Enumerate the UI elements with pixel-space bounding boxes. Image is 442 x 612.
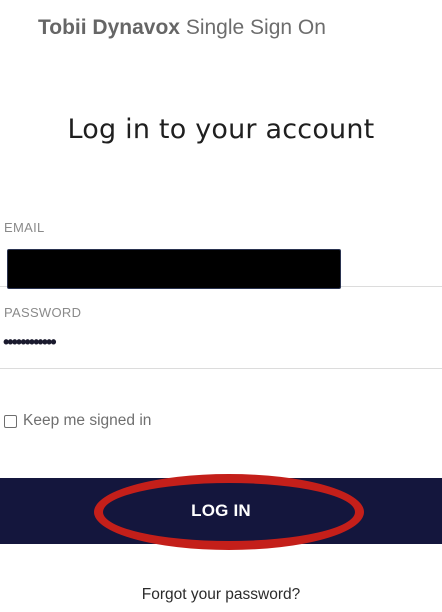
password-label: PASSWORD xyxy=(4,305,82,320)
brand-header: Tobii Dynavox Single Sign On xyxy=(38,16,326,40)
login-button[interactable]: LOG IN xyxy=(0,478,442,544)
page-title: Log in to your account xyxy=(67,114,375,145)
brand-subtitle: Single Sign On xyxy=(185,16,326,39)
email-label: EMAIL xyxy=(4,220,45,235)
keep-signed-in-checkbox[interactable] xyxy=(4,414,17,428)
keep-signed-in-label[interactable]: Keep me signed in xyxy=(23,412,151,430)
password-field[interactable] xyxy=(0,330,442,369)
email-redaction-box xyxy=(8,250,340,288)
brand-name: Tobii Dynavox xyxy=(38,16,180,39)
keep-signed-in-row[interactable]: Keep me signed in xyxy=(4,412,151,430)
password-mask: •••••••••••• xyxy=(3,332,57,352)
forgot-password-link[interactable]: Forgot your password? xyxy=(0,586,442,604)
